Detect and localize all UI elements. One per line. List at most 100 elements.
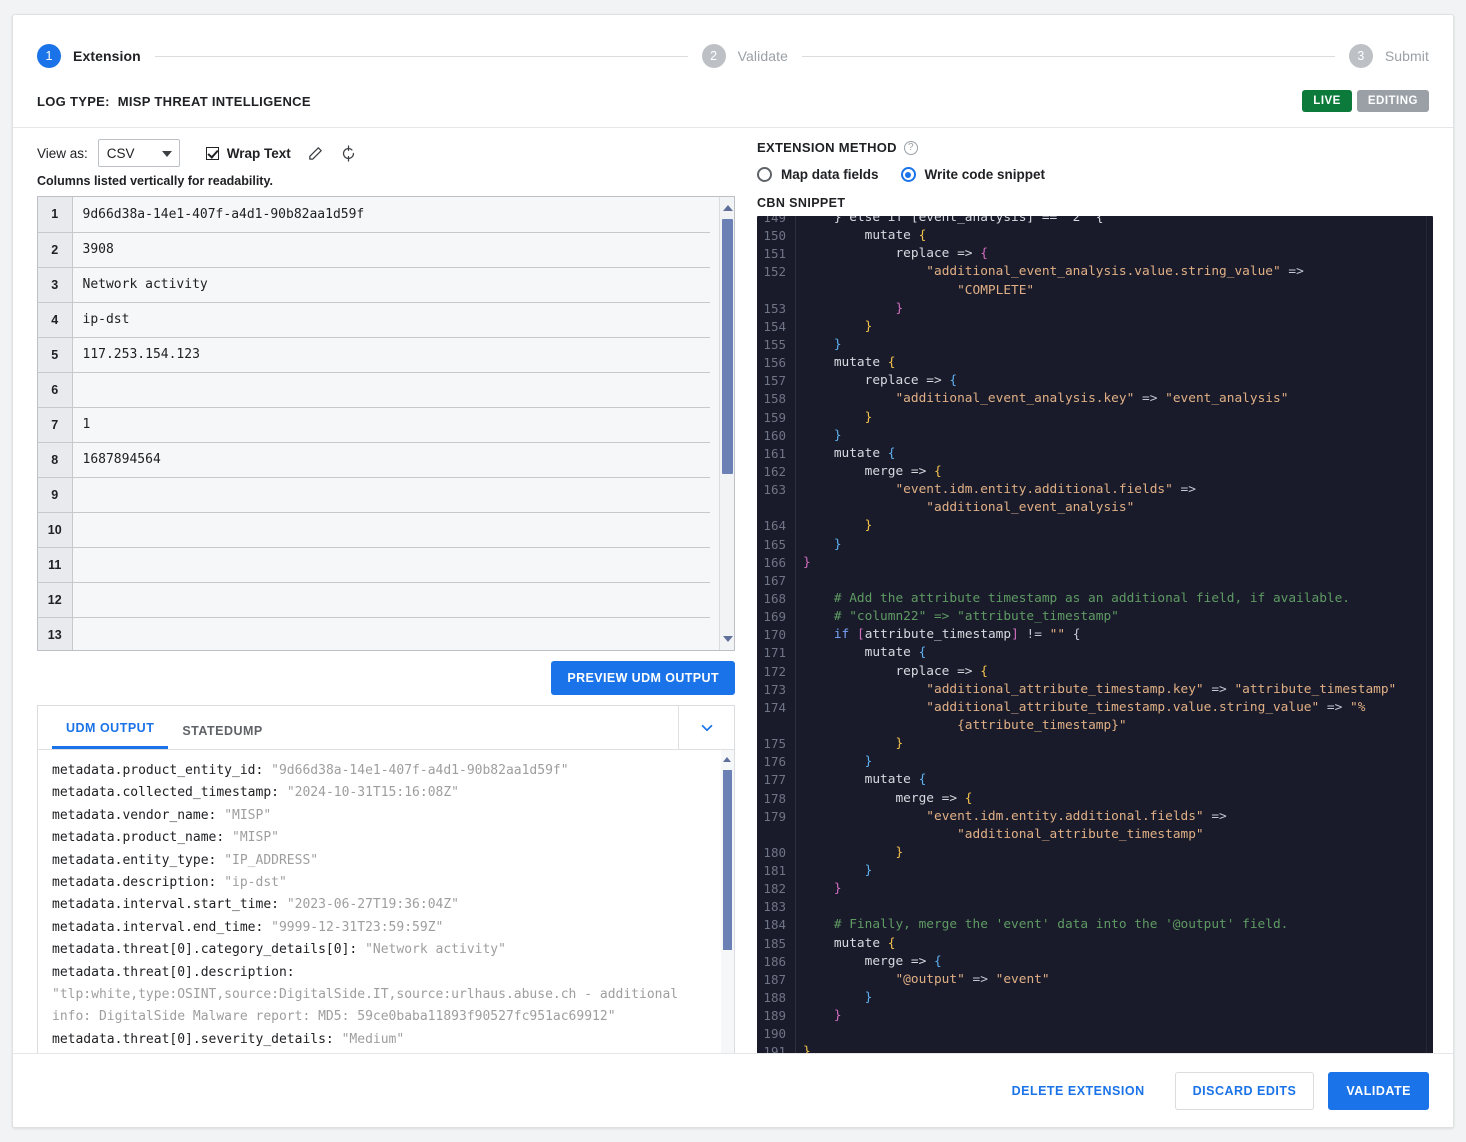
table-row[interactable]: 9 — [38, 477, 710, 513]
code-line[interactable]: 154 } — [757, 318, 1433, 336]
row-value[interactable]: Network activity — [72, 267, 710, 303]
row-value[interactable] — [72, 512, 710, 548]
delete-extension-button[interactable]: DELETE EXTENSION — [996, 1073, 1161, 1109]
scroll-up-arrow-icon[interactable] — [723, 205, 733, 211]
validate-button[interactable]: VALIDATE — [1328, 1071, 1429, 1110]
code-line[interactable]: {attribute_timestamp}" — [757, 717, 1433, 735]
preview-udm-output-button[interactable]: PREVIEW UDM OUTPUT — [551, 661, 735, 695]
code-line[interactable]: "additional_event_analysis" — [757, 499, 1433, 517]
code-line[interactable]: 169 # "column22" => "attribute_timestamp… — [757, 608, 1433, 626]
cbn-code-editor[interactable]: 149 } else if [event_analysis] == "2" {1… — [757, 216, 1433, 1069]
code-line[interactable]: 149 } else if [event_analysis] == "2" { — [757, 216, 1433, 227]
code-line[interactable]: 170 if [attribute_timestamp] != "" { — [757, 626, 1433, 644]
code-line[interactable]: 177 mutate { — [757, 771, 1433, 789]
code-line[interactable]: 153 } — [757, 300, 1433, 318]
code-line[interactable]: 152 "additional_event_analysis.value.str… — [757, 263, 1433, 281]
code-line[interactable]: 185 mutate { — [757, 935, 1433, 953]
code-line[interactable]: 190 — [757, 1025, 1433, 1043]
wrap-text-checkbox[interactable] — [205, 146, 219, 160]
refresh-icon[interactable] — [340, 144, 357, 162]
row-value[interactable]: 3908 — [72, 232, 710, 268]
code-line[interactable]: 180 } — [757, 844, 1433, 862]
code-line[interactable]: 176 } — [757, 753, 1433, 771]
data-table-scrollbar[interactable] — [719, 197, 734, 650]
question-mark-icon[interactable]: ? — [903, 140, 918, 155]
table-row[interactable]: 5 117.253.154.123 — [38, 337, 710, 373]
step-submit[interactable]: 3 Submit — [1348, 44, 1429, 68]
scroll-thumb[interactable] — [722, 219, 733, 474]
code-line[interactable]: 158 "additional_event_analysis.key" => "… — [757, 390, 1433, 408]
code-line[interactable]: 164 } — [757, 517, 1433, 535]
code-line[interactable]: 186 merge => { — [757, 953, 1433, 971]
row-value[interactable] — [72, 617, 710, 650]
code-line[interactable]: 151 replace => { — [757, 245, 1433, 263]
discard-edits-button[interactable]: DISCARD EDITS — [1174, 1071, 1315, 1110]
row-value[interactable] — [72, 477, 710, 513]
code-line[interactable]: 174 "additional_attribute_timestamp.valu… — [757, 699, 1433, 717]
editing-badge[interactable]: EDITING — [1356, 89, 1429, 113]
code-line[interactable]: 162 merge => { — [757, 463, 1433, 481]
step-extension[interactable]: 1 Extension — [37, 44, 141, 68]
row-value[interactable]: 9d66d38a-14e1-407f-a4d1-90b82aa1d59f — [72, 197, 710, 233]
radio-write-code-snippet[interactable]: Write code snippet — [900, 167, 1045, 182]
code-line[interactable]: 172 replace => { — [757, 663, 1433, 681]
row-value[interactable]: 1 — [72, 407, 710, 443]
table-row[interactable]: 11 — [38, 547, 710, 583]
udm-scroll-thumb[interactable] — [723, 770, 732, 950]
code-line[interactable]: 160 } — [757, 427, 1433, 445]
udm-scroll-up-icon[interactable] — [723, 757, 731, 762]
code-line[interactable]: 168 # Add the attribute timestamp as an … — [757, 590, 1433, 608]
code-line[interactable]: 156 mutate { — [757, 354, 1433, 372]
code-line[interactable]: 178 merge => { — [757, 790, 1433, 808]
radio-button-map-data-fields[interactable] — [757, 167, 772, 182]
row-value[interactable] — [72, 372, 710, 408]
code-line[interactable]: "COMPLETE" — [757, 282, 1433, 300]
table-row[interactable]: 3 Network activity — [38, 267, 710, 303]
code-line[interactable]: 182 } — [757, 880, 1433, 898]
udm-scrollbar[interactable] — [721, 750, 734, 1084]
live-badge[interactable]: LIVE — [1302, 89, 1352, 113]
row-value[interactable]: 1687894564 — [72, 442, 710, 478]
code-line[interactable]: 179 "event.idm.entity.additional.fields"… — [757, 808, 1433, 826]
code-line[interactable]: 161 mutate { — [757, 445, 1433, 463]
code-line[interactable]: 184 # Finally, merge the 'event' data in… — [757, 916, 1433, 934]
row-value[interactable]: ip-dst — [72, 302, 710, 338]
radio-map-data-fields[interactable]: Map data fields — [757, 167, 879, 182]
code-line[interactable]: 157 replace => { — [757, 372, 1433, 390]
code-line[interactable]: 150 mutate { — [757, 227, 1433, 245]
code-line[interactable]: 175 } — [757, 735, 1433, 753]
table-row[interactable]: 4 ip-dst — [38, 302, 710, 338]
code-line[interactable]: 173 "additional_attribute_timestamp.key"… — [757, 681, 1433, 699]
view-as-select[interactable]: CSV — [97, 139, 180, 167]
table-row[interactable]: 1 9d66d38a-14e1-407f-a4d1-90b82aa1d59f — [38, 197, 710, 233]
code-line[interactable]: 183 — [757, 898, 1433, 916]
table-row[interactable]: 8 1687894564 — [38, 442, 710, 478]
scroll-down-arrow-icon[interactable] — [723, 636, 733, 642]
code-line[interactable]: 171 mutate { — [757, 644, 1433, 662]
wrap-text-toggle[interactable]: Wrap Text — [205, 146, 291, 161]
code-line[interactable]: 187 "@output" => "event" — [757, 971, 1433, 989]
table-row[interactable]: 6 — [38, 372, 710, 408]
tab-statedump[interactable]: STATEDUMP — [168, 724, 276, 749]
row-value[interactable]: 117.253.154.123 — [72, 337, 710, 373]
code-line[interactable]: 189 } — [757, 1007, 1433, 1025]
table-row[interactable]: 2 3908 — [38, 232, 710, 268]
collapse-panel-button[interactable] — [678, 706, 734, 749]
code-line[interactable]: 163 "event.idm.entity.additional.fields"… — [757, 481, 1433, 499]
code-line[interactable]: 181 } — [757, 862, 1433, 880]
row-value[interactable] — [72, 547, 710, 583]
tab-udm-output[interactable]: UDM OUTPUT — [52, 721, 169, 749]
code-line[interactable]: 167 — [757, 572, 1433, 590]
code-line[interactable]: 165 } — [757, 536, 1433, 554]
code-line[interactable]: "additional_attribute_timestamp" — [757, 826, 1433, 844]
table-row[interactable]: 10 — [38, 512, 710, 548]
pencil-icon[interactable] — [307, 145, 324, 162]
table-row[interactable]: 12 — [38, 582, 710, 618]
code-line[interactable]: 159 } — [757, 409, 1433, 427]
code-line[interactable]: 155 } — [757, 336, 1433, 354]
code-line[interactable]: 166} — [757, 554, 1433, 572]
radio-button-write-code-snippet[interactable] — [900, 167, 916, 182]
table-row[interactable]: 13 — [38, 617, 710, 650]
row-value[interactable] — [72, 582, 710, 618]
table-row[interactable]: 71 — [38, 407, 710, 443]
